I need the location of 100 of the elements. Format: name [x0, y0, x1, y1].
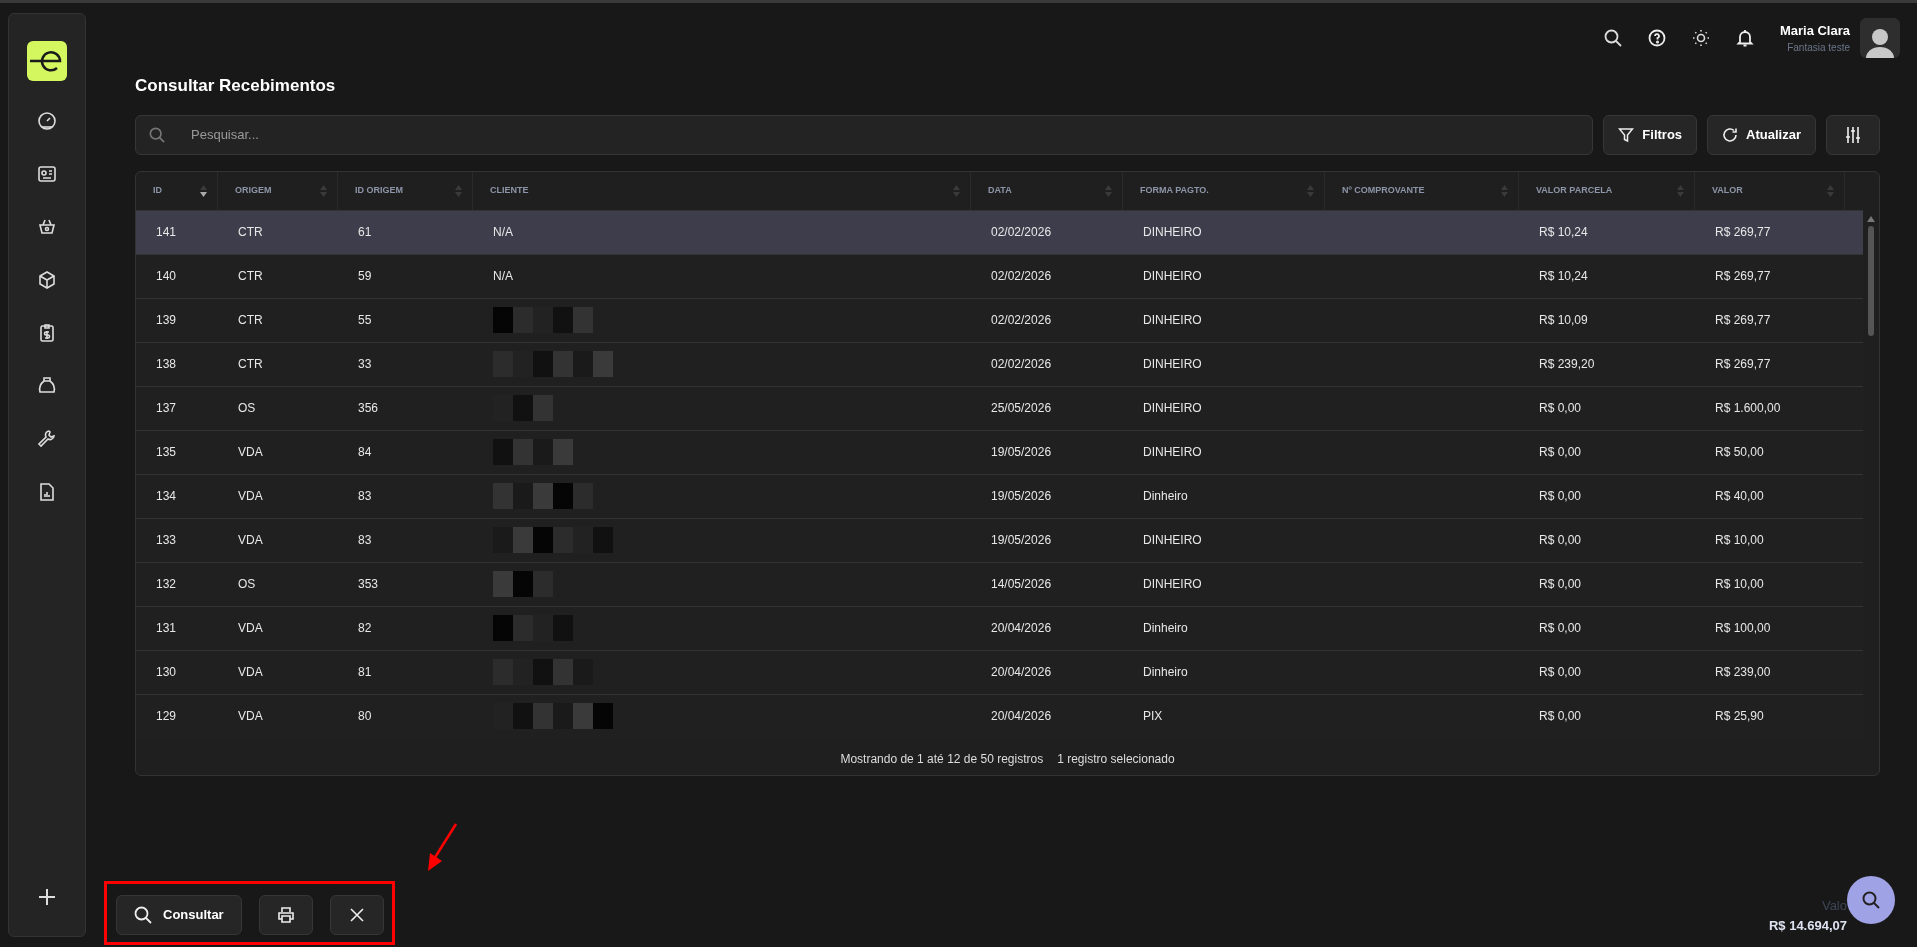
selection-info: 1 registro selecionado — [1057, 750, 1175, 768]
table-cell-text: 14/05/2026 — [991, 576, 1052, 593]
table-cell-text: 82 — [358, 620, 372, 637]
table-cell-text: 131 — [156, 620, 177, 637]
table-cell-text: R$ 100,00 — [1715, 620, 1771, 637]
table-cell-text: 19/05/2026 — [991, 488, 1052, 505]
table-cell-text: Dinheiro — [1143, 664, 1188, 681]
table-cell-text: 20/04/2026 — [991, 664, 1052, 681]
consult-button[interactable]: Consultar — [116, 895, 242, 935]
search-icon[interactable] — [1603, 29, 1622, 47]
table-cell-text: R$ 269,77 — [1715, 312, 1771, 329]
table-cell-text: 134 — [156, 488, 177, 505]
table-cell-text: R$ 10,24 — [1539, 268, 1588, 285]
table-cell-text: DINHEIRO — [1143, 356, 1202, 373]
table-cell-text: 137 — [156, 400, 177, 417]
table-cell-text: 61 — [358, 224, 372, 241]
column-header[interactable]: ID ORIGEM — [355, 183, 403, 198]
sun-icon[interactable] — [1691, 29, 1710, 47]
table-cell-text: VDA — [238, 620, 263, 637]
table-cell-text: VDA — [238, 708, 263, 725]
sort-icon[interactable] — [200, 184, 207, 197]
table-cell-text: N/A — [493, 224, 513, 241]
table-cell-text: PIX — [1143, 708, 1163, 725]
table-cell-text: 81 — [358, 664, 372, 681]
wrench-icon[interactable] — [37, 429, 57, 449]
table-cell-text: Dinheiro — [1143, 620, 1188, 637]
table-cell-text: R$ 0,00 — [1539, 532, 1582, 549]
table-cell-text: R$ 269,77 — [1715, 268, 1771, 285]
basket-icon[interactable] — [37, 217, 57, 237]
table-cell-text: N/A — [493, 268, 513, 285]
column-header[interactable]: ORIGEM — [235, 183, 272, 198]
table-cell-text: R$ 10,24 — [1539, 224, 1588, 241]
refresh-button[interactable]: Atualizar — [1707, 114, 1816, 155]
column-header[interactable]: Nº COMPROVANTE — [1342, 183, 1425, 198]
table-cell-text: 02/02/2026 — [991, 356, 1052, 373]
annotation-arrow — [426, 823, 458, 873]
money-bag-icon[interactable] — [37, 376, 57, 396]
table-cell-text: VDA — [238, 532, 263, 549]
funnel-icon — [1618, 126, 1635, 143]
table-cell-text: R$ 0,00 — [1539, 444, 1582, 461]
column-header[interactable]: ID — [153, 183, 162, 198]
table-cell-text: 132 — [156, 576, 177, 593]
print-button[interactable] — [258, 895, 313, 935]
table-cell-text: R$ 269,77 — [1715, 356, 1771, 373]
scroll-up-icon[interactable] — [1867, 215, 1875, 222]
table-cell-text: 84 — [358, 444, 372, 461]
table-cell-text: 353 — [358, 576, 379, 593]
table-cell-text: DINHEIRO — [1143, 532, 1202, 549]
close-button[interactable] — [329, 895, 384, 935]
table-cell-text: R$ 10,00 — [1715, 532, 1764, 549]
table-cell-text: 20/04/2026 — [991, 708, 1052, 725]
table-cell-text: OS — [238, 400, 256, 417]
page-title: Consultar Recebimentos — [135, 75, 337, 97]
table-cell-text: 138 — [156, 356, 177, 373]
settings-button[interactable] — [1826, 114, 1880, 155]
table-cell-text: R$ 0,00 — [1539, 488, 1582, 505]
pagination-info: Mostrando de 1 até 12 de 50 registros — [840, 750, 1044, 768]
report-icon[interactable] — [37, 482, 57, 502]
column-header[interactable]: FORMA PAGTO. — [1140, 183, 1209, 198]
table-cell-text: 139 — [156, 312, 177, 329]
avatar-icon[interactable] — [1860, 18, 1900, 58]
table-cell-text: 02/02/2026 — [991, 224, 1052, 241]
redacted-text — [493, 571, 553, 597]
filters-button[interactable]: Filtros — [1603, 114, 1698, 155]
table-cell-text: DINHEIRO — [1143, 224, 1202, 241]
table-cell-text: 83 — [358, 532, 372, 549]
table-cell-text: R$ 0,00 — [1539, 620, 1582, 637]
table-cell-text: 83 — [358, 488, 372, 505]
gauge-icon[interactable] — [37, 111, 57, 131]
column-header[interactable]: DATA — [988, 183, 1012, 198]
table-cell-text: R$ 0,00 — [1539, 576, 1582, 593]
clipboard-dollar-icon[interactable] — [37, 323, 57, 343]
table-cell-text: CTR — [238, 224, 263, 241]
table-cell-text: R$ 1.600,00 — [1715, 400, 1781, 417]
column-header[interactable]: VALOR — [1712, 183, 1743, 198]
table-cell-text: 80 — [358, 708, 372, 725]
table-cell-text: DINHEIRO — [1143, 576, 1202, 593]
search-field[interactable]: Pesquisar... — [135, 114, 1594, 155]
table-cell-text: 55 — [358, 312, 372, 329]
help-icon[interactable] — [1647, 29, 1666, 47]
table-cell-text: 130 — [156, 664, 177, 681]
table-cell-text: Dinheiro — [1143, 488, 1188, 505]
id-card-icon[interactable] — [37, 164, 57, 184]
table-cell-text: 141 — [156, 224, 177, 241]
table-cell-text: DINHEIRO — [1143, 400, 1202, 417]
table-row[interactable]: 141 CTR 61 N/A 02/02/2026 DINHEIRO R$ 10,24 R$ 269,77 — [136, 209, 1863, 254]
table-cell-text: 33 — [358, 356, 372, 373]
box-icon[interactable] — [37, 270, 57, 290]
logo-icon[interactable] — [27, 41, 67, 81]
search-fab[interactable] — [1847, 876, 1895, 924]
bell-icon[interactable] — [1735, 29, 1754, 47]
table-cell-text: 02/02/2026 — [991, 312, 1052, 329]
column-header[interactable]: CLIENTE — [490, 183, 529, 198]
table-cell-text: R$ 50,00 — [1715, 444, 1764, 461]
printer-icon — [276, 906, 295, 924]
table-cell-text: R$ 40,00 — [1715, 488, 1764, 505]
column-header[interactable]: VALOR PARCELA — [1536, 183, 1613, 198]
sliders-icon — [1844, 125, 1862, 144]
table-cell-text: R$ 0,00 — [1539, 664, 1582, 681]
plus-icon[interactable] — [38, 888, 56, 906]
